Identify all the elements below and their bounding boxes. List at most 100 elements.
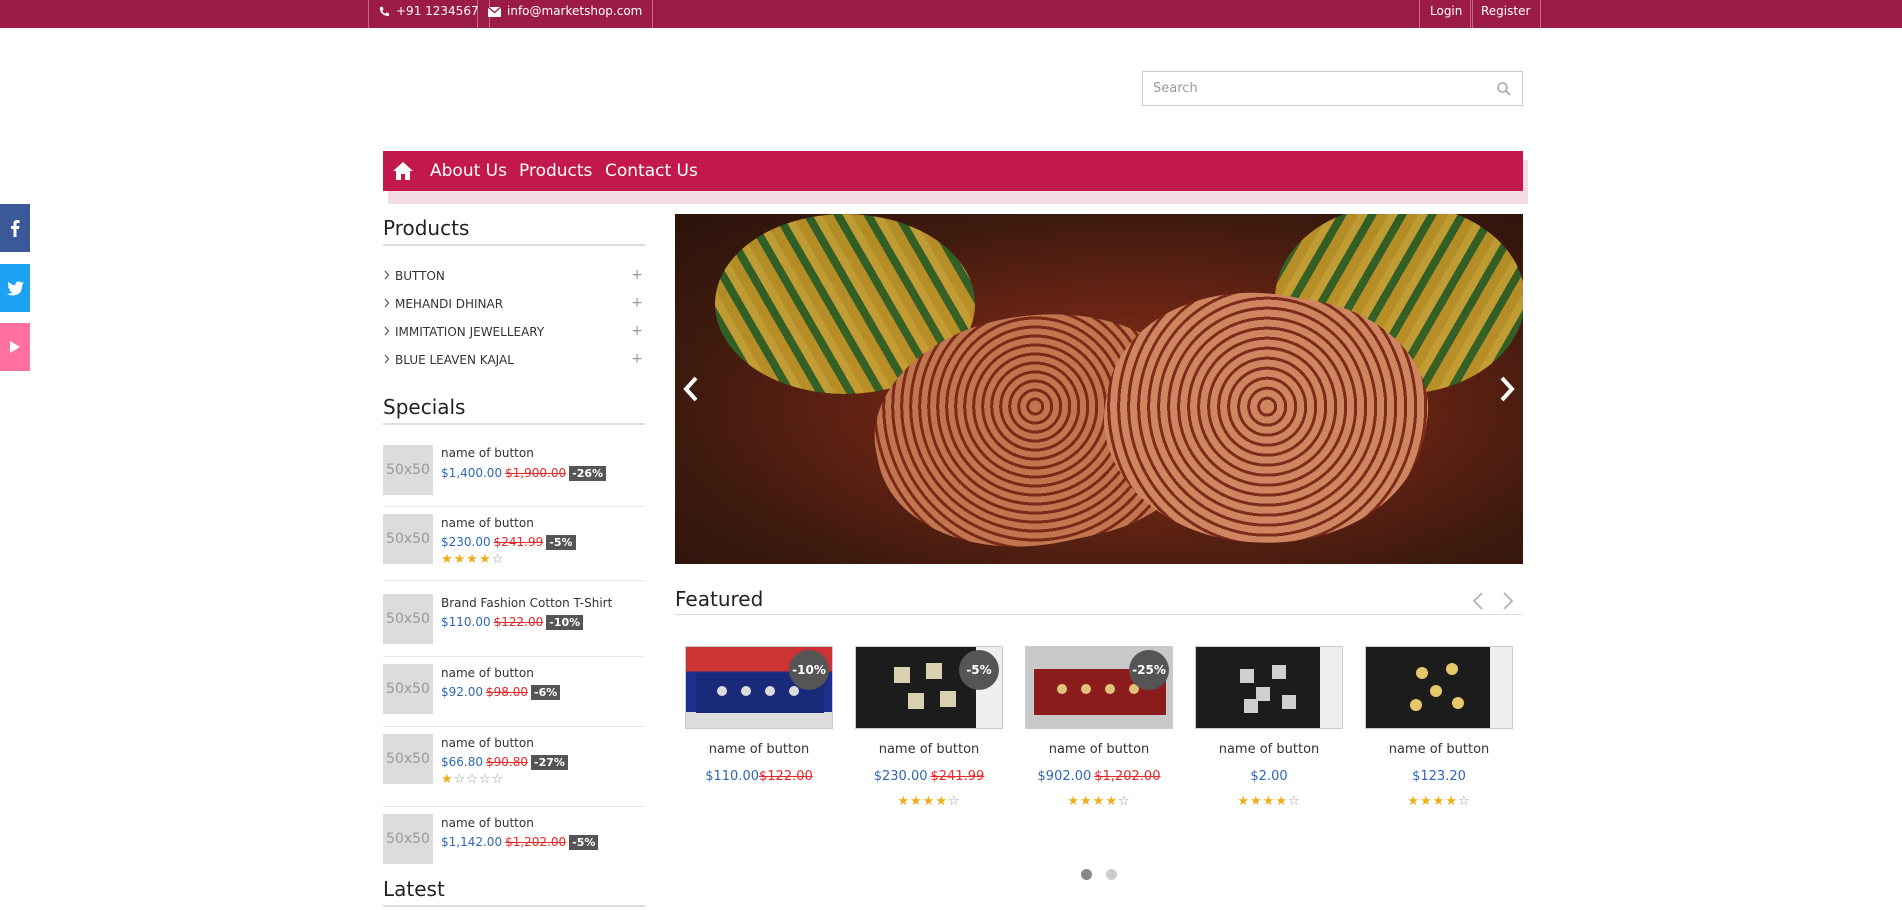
product-prices: $1,142.00 $1,202.00 -5% (441, 835, 599, 850)
discount-badge: -5% (959, 650, 999, 690)
product-thumbnail[interactable]: 50x50 (383, 664, 433, 714)
product-name[interactable]: name of button (441, 446, 534, 460)
old-price: $90.80 (486, 755, 528, 769)
product-name[interactable]: Brand Fashion Cotton T-Shirt (441, 596, 612, 610)
email-contact[interactable]: info@marketshop.com (477, 0, 654, 28)
product-photo (1196, 647, 1342, 728)
expand-plus-icon[interactable]: + (631, 323, 643, 339)
category-label: MEHANDI DHINAR (395, 297, 504, 311)
star-rating: ★★★★☆ (1195, 794, 1343, 809)
twitter-icon (6, 281, 24, 295)
discount-badge: -10% (789, 650, 829, 690)
product-thumbnail[interactable]: 50x50 (383, 814, 433, 864)
product-thumbnail[interactable]: 50x50 (383, 445, 433, 495)
youtube-button[interactable] (0, 323, 30, 371)
divider (383, 580, 645, 581)
play-icon (10, 341, 20, 353)
star-empty-icon: ☆ (1287, 794, 1301, 809)
price: $1,142.00 (441, 835, 503, 849)
price: $230.00 (873, 769, 928, 784)
envelope-icon (487, 6, 502, 17)
category-button[interactable]: BUTTON + (383, 267, 645, 287)
old-price: $241.99 (493, 535, 544, 549)
product-name[interactable]: name of button (441, 666, 534, 680)
category-blue-leaven-kajal[interactable]: BLUE LEAVEN KAJAL + (383, 351, 645, 371)
product-name[interactable]: name of button (441, 516, 534, 530)
login-link[interactable]: Login (1419, 0, 1474, 28)
chevron-right-icon (384, 270, 390, 280)
discount-badge: -25% (1129, 650, 1169, 690)
product-prices: $110.00$122.00 (685, 769, 833, 784)
star-filled-icon: ★★★★ (1237, 794, 1288, 809)
product-name[interactable]: name of button (441, 736, 534, 750)
price: $110.00 (441, 615, 491, 629)
featured-title: Featured (675, 587, 764, 611)
expand-plus-icon[interactable]: + (631, 351, 643, 367)
nav-products[interactable]: Products (519, 161, 592, 181)
discount-badge: -26% (569, 466, 607, 481)
featured-heading: Featured (675, 587, 1523, 615)
product-thumbnail[interactable]: 50x50 (383, 514, 433, 564)
category-label: IMMITATION JEWELLEARY (395, 325, 545, 339)
old-price: $122.00 (759, 769, 813, 784)
discount-badge: -27% (531, 755, 568, 770)
expand-plus-icon[interactable]: + (631, 295, 643, 311)
facebook-button[interactable] (0, 204, 30, 252)
product-image[interactable] (1365, 646, 1513, 729)
old-price: $98.00 (486, 685, 528, 699)
register-link[interactable]: Register (1470, 0, 1542, 28)
price: $110.00 (705, 769, 759, 784)
star-rating: ★★★★☆ (441, 552, 504, 567)
nav-contact-us[interactable]: Contact Us (605, 161, 698, 181)
search-input[interactable] (1143, 72, 1473, 105)
products-heading: Products (383, 216, 645, 246)
expand-plus-icon[interactable]: + (631, 267, 643, 283)
star-filled-icon: ★ (441, 772, 454, 787)
carousel-dot-active[interactable] (1081, 869, 1092, 880)
star-empty-icon: ☆ (1117, 794, 1131, 809)
latest-heading: Latest (383, 877, 645, 907)
slider-next-arrow-icon[interactable] (1497, 374, 1517, 404)
product-image[interactable] (1195, 646, 1343, 729)
slider-prev-arrow-icon[interactable] (681, 374, 701, 404)
login-label: Login (1430, 4, 1463, 18)
search-icon[interactable] (1496, 81, 1512, 97)
product-name[interactable]: name of button (1025, 742, 1173, 757)
product-name[interactable]: name of button (685, 742, 833, 757)
email-address: info@marketshop.com (507, 4, 643, 18)
category-label: BUTTON (395, 269, 445, 283)
product-photo (1366, 647, 1512, 728)
search-box (1142, 71, 1523, 106)
phone-contact[interactable]: +91 1234567 (368, 0, 490, 28)
product-thumbnail[interactable]: 50x50 (383, 734, 433, 784)
chevron-right-icon[interactable] (1500, 591, 1516, 611)
star-rating: ★★★★☆ (1025, 794, 1173, 809)
star-empty-icon: ☆ (491, 552, 505, 567)
product-prices: $123.20 (1365, 769, 1513, 784)
category-mehandi-dhinar[interactable]: MEHANDI DHINAR + (383, 295, 645, 315)
product-prices: $1,400.00 $1,900.00 -26% (441, 466, 607, 481)
home-icon[interactable] (391, 159, 415, 183)
hero-slider[interactable] (675, 214, 1523, 564)
product-name[interactable]: name of button (1195, 742, 1343, 757)
chevron-left-icon[interactable] (1470, 591, 1486, 611)
product-prices: $902.00 $1,202.00 (1025, 769, 1173, 784)
old-price: $1,202.00 (505, 835, 567, 849)
product-name[interactable]: name of button (1365, 742, 1513, 757)
product-name[interactable]: name of button (855, 742, 1003, 757)
star-rating: ★★★★☆ (1365, 794, 1513, 809)
divider (383, 726, 645, 727)
discount-badge: -10% (546, 615, 584, 630)
carousel-dot[interactable] (1106, 869, 1117, 880)
product-thumbnail[interactable]: 50x50 (383, 594, 433, 644)
product-name[interactable]: name of button (441, 816, 534, 830)
price: $2.00 (1250, 769, 1288, 784)
nav-about-us[interactable]: About Us (430, 161, 507, 181)
divider (383, 806, 645, 807)
category-immitation-jewelleary[interactable]: IMMITATION JEWELLEARY + (383, 323, 645, 343)
star-empty-icon: ☆ (1457, 794, 1471, 809)
twitter-button[interactable] (0, 264, 30, 312)
star-empty-icon: ☆ (947, 794, 961, 809)
star-filled-icon: ★★★★ (441, 552, 492, 567)
product-prices: $66.80 $90.80 -27% (441, 755, 568, 770)
